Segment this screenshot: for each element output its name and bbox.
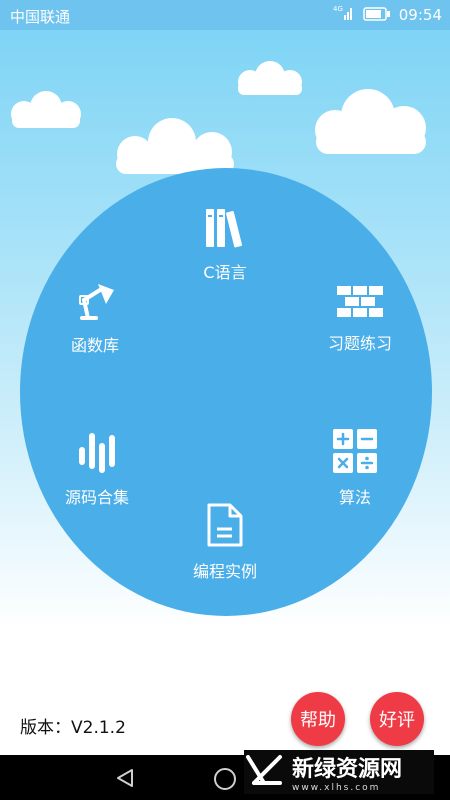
menu-item-algorithms[interactable]: 算法 bbox=[320, 428, 390, 508]
battery-icon bbox=[363, 6, 391, 25]
version-label: 版本：V2.1.2 bbox=[20, 718, 126, 738]
home-icon[interactable] bbox=[213, 767, 237, 795]
calculator-icon bbox=[332, 428, 378, 478]
rate-button[interactable]: 好评 bbox=[370, 692, 424, 746]
menu-item-exercises[interactable]: 习题练习 bbox=[315, 284, 405, 354]
books-icon bbox=[203, 205, 247, 253]
cloud bbox=[238, 61, 302, 95]
carrier-label: 中国联通 bbox=[10, 8, 71, 26]
bricks-icon bbox=[335, 284, 385, 324]
lamp-icon bbox=[70, 282, 120, 326]
menu-item-label: 算法 bbox=[338, 488, 371, 507]
menu-item-label: 习题练习 bbox=[327, 334, 392, 353]
cloud bbox=[11, 91, 81, 128]
clock: 09:54 bbox=[398, 6, 442, 24]
menu-item-c-language[interactable]: C语言 bbox=[190, 205, 260, 283]
menu-item-examples[interactable]: 编程实例 bbox=[180, 502, 270, 582]
watermark-logo-icon bbox=[244, 753, 284, 791]
menu-item-label: C语言 bbox=[203, 263, 247, 282]
menu-item-label: 源码合集 bbox=[64, 488, 129, 507]
signal-icon: 4G bbox=[333, 5, 355, 25]
menu-item-label: 编程实例 bbox=[192, 562, 257, 581]
watermark-text: 新绿资源网 bbox=[292, 757, 403, 782]
status-icons: 4G 09:54 bbox=[333, 5, 442, 25]
footer: 版本：V2.1.2 帮助 好评 bbox=[0, 630, 450, 760]
help-button[interactable]: 帮助 bbox=[291, 692, 345, 746]
status-bar: 中国联通 4G 09:54 bbox=[0, 0, 450, 30]
cloud bbox=[116, 118, 234, 174]
watermark: 新绿资源网 www.xlhs.com bbox=[244, 750, 434, 794]
menu-item-function-library[interactable]: 函数库 bbox=[60, 282, 130, 356]
watermark-url: www.xlhs.com bbox=[292, 783, 381, 793]
menu-item-source-code[interactable]: 源码合集 bbox=[52, 428, 142, 508]
bars-icon bbox=[77, 428, 117, 478]
back-icon[interactable] bbox=[114, 767, 136, 793]
menu-item-label: 函数库 bbox=[70, 336, 119, 355]
document-icon bbox=[206, 502, 244, 552]
svg-text:4G: 4G bbox=[333, 5, 343, 13]
cloud bbox=[315, 89, 426, 154]
